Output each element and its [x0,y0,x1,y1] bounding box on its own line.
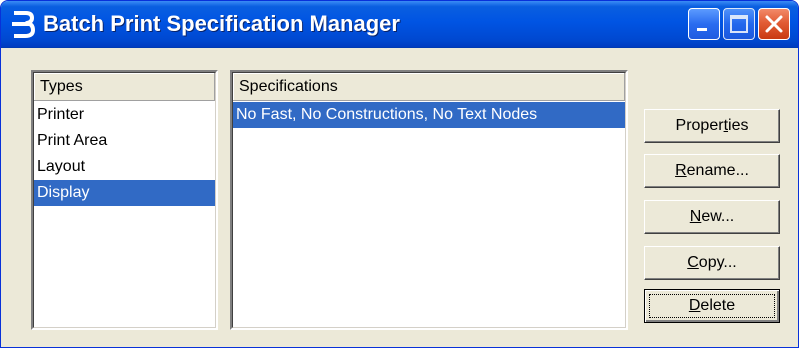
types-list-panel: Types Printer Print Area Layout Display [31,70,218,330]
close-icon [765,15,783,33]
properties-label-pre: Proper [675,117,724,134]
delete-button[interactable]: Delete [644,289,780,323]
focus-rectangle [649,294,775,318]
types-item-print-area[interactable]: Print Area [34,128,215,154]
new-label-post: ew... [701,208,735,225]
rename-button[interactable]: Rename... [644,154,780,188]
types-item-layout[interactable]: Layout [34,154,215,180]
rename-label-mnemonic: R [675,162,687,179]
copy-button[interactable]: Copy... [644,246,780,280]
properties-button[interactable]: Properties [644,109,780,143]
specification-item[interactable]: No Fast, No Constructions, No Text Nodes [233,102,625,128]
title-bar[interactable]: Batch Print Specification Manager [1,1,798,48]
bentley-b-icon [10,9,36,39]
window-title: Batch Print Specification Manager [43,11,400,36]
types-item-printer[interactable]: Printer [34,102,215,128]
types-column-header[interactable]: Types [34,73,215,101]
copy-label-mnemonic: C [687,254,699,271]
specifications-list-panel: Specifications No Fast, No Constructions… [230,70,628,330]
types-list[interactable]: Printer Print Area Layout Display [34,102,215,206]
maximize-button[interactable] [723,8,755,40]
close-button[interactable] [758,8,790,40]
minimize-icon [697,28,707,31]
types-item-display[interactable]: Display [34,180,215,206]
batch-print-spec-manager-window: Batch Print Specification Manager Types … [0,0,799,348]
copy-label-post: opy... [698,254,737,271]
minimize-button[interactable] [688,8,720,40]
new-label-mnemonic: N [689,208,702,225]
specifications-column-header[interactable]: Specifications [233,73,625,101]
maximize-icon [730,15,748,33]
properties-label-post: ies [728,117,749,134]
new-button[interactable]: New... [644,200,780,234]
specifications-list[interactable]: No Fast, No Constructions, No Text Nodes [233,102,625,128]
rename-label-post: ename... [686,162,749,179]
